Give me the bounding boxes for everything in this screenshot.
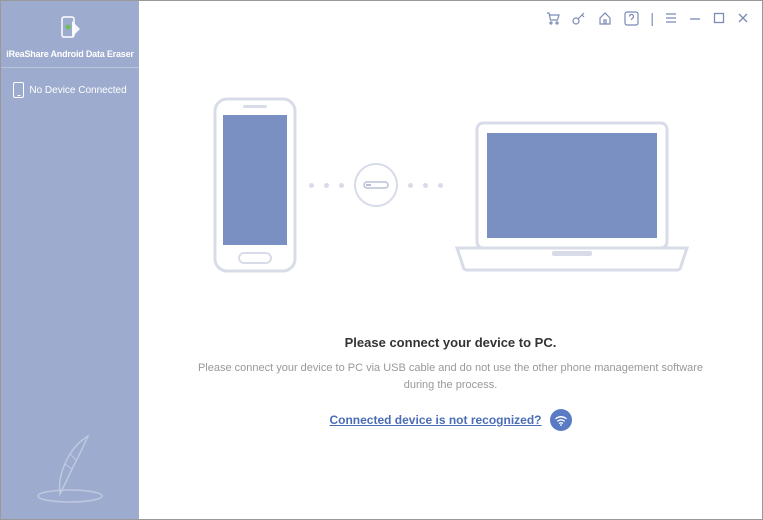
connect-subtext: Please connect your device to PC via USB… [191, 360, 711, 393]
content-area: Please connect your device to PC. Please… [139, 35, 762, 519]
key-icon[interactable] [571, 10, 587, 26]
menu-icon[interactable] [664, 11, 678, 25]
device-status-text: No Device Connected [29, 85, 126, 96]
help-link-row: Connected device is not recognized? [329, 409, 571, 431]
laptop-illustration-icon [447, 115, 697, 275]
dot-icon [408, 183, 413, 188]
wifi-icon[interactable] [550, 409, 572, 431]
app-logo-icon [54, 13, 86, 45]
dot-icon [324, 183, 329, 188]
dot-icon [339, 183, 344, 188]
titlebar-separator: | [650, 10, 654, 26]
usb-connector-icon [354, 163, 398, 207]
help-icon[interactable] [623, 10, 640, 27]
quill-decoration-icon [30, 434, 110, 509]
phone-icon [13, 82, 24, 98]
device-status: No Device Connected [1, 68, 139, 112]
maximize-button[interactable] [712, 11, 726, 25]
logo-area: iReaShare Android Data Eraser [1, 1, 139, 68]
cart-icon[interactable] [545, 10, 561, 26]
app-window: iReaShare Android Data Eraser No Device … [1, 1, 762, 519]
connection-dots-left [309, 183, 344, 188]
dot-icon [309, 183, 314, 188]
dot-icon [438, 183, 443, 188]
connect-illustration [205, 95, 697, 275]
dot-icon [423, 183, 428, 188]
titlebar: | [139, 1, 762, 35]
minimize-button[interactable] [688, 11, 702, 25]
home-icon[interactable] [597, 10, 613, 26]
close-button[interactable] [736, 11, 750, 25]
app-title: iReaShare Android Data Eraser [5, 49, 135, 59]
sidebar: iReaShare Android Data Eraser No Device … [1, 1, 139, 519]
connection-dots-right [408, 183, 443, 188]
device-not-recognized-link[interactable]: Connected device is not recognized? [329, 413, 541, 427]
main-area: | [139, 1, 762, 519]
phone-illustration-icon [205, 95, 305, 275]
connect-heading: Please connect your device to PC. [345, 335, 557, 350]
